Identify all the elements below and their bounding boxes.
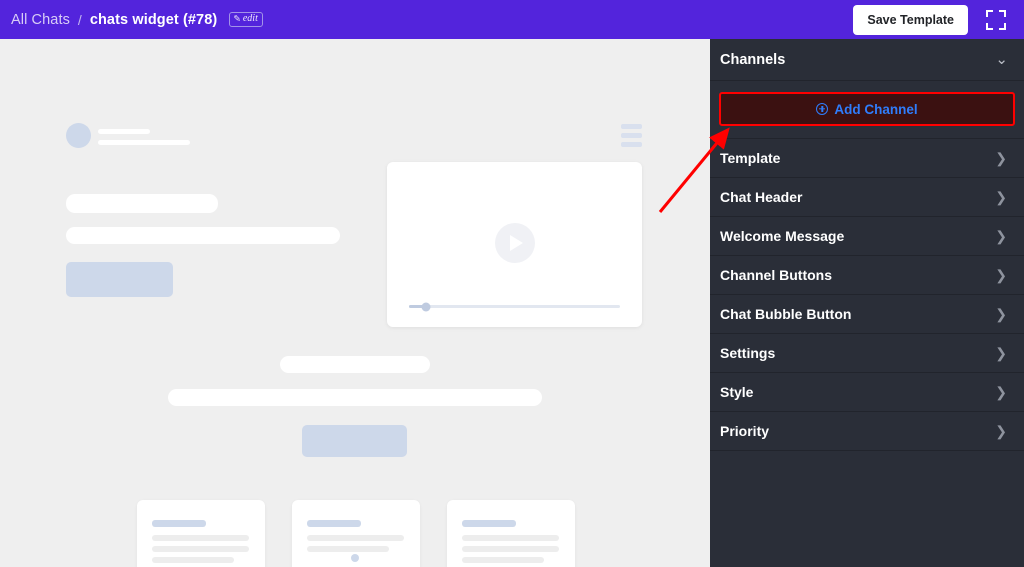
sidebar-item-settings[interactable]: Settings ❯ [710,334,1024,373]
sidebar-item-label: Template [720,150,781,166]
skeleton-avatar [66,123,91,148]
skeleton-block-1 [66,262,173,297]
carousel-dot[interactable] [336,554,344,562]
chevron-right-icon: ❯ [995,384,1007,400]
chevron-right-icon: ❯ [995,345,1007,361]
chevron-right-icon: ❯ [995,423,1007,439]
channels-panel-header[interactable]: Channels ⌄ [710,39,1024,81]
sidebar-item-channel-buttons[interactable]: Channel Buttons ❯ [710,256,1024,295]
pencil-icon: ✎ [233,13,241,23]
carousel-dot[interactable] [366,554,374,562]
sidebar-item-label: Chat Bubble Button [720,306,852,322]
skeleton-bar-3 [280,356,430,373]
add-channel-container: Add Channel [710,81,1024,139]
add-channel-label: Add Channel [834,101,918,117]
skeleton-bar-4 [168,389,542,406]
chevron-right-icon: ❯ [995,267,1007,283]
sidebar-item-style[interactable]: Style ❯ [710,373,1024,412]
breadcrumb-current: chats widget (#78) [89,11,218,28]
sidebar-item-welcome-message[interactable]: Welcome Message ❯ [710,217,1024,256]
chevron-down-icon[interactable]: ⌄ [995,52,1008,67]
app-root: All Chats / chats widget (#78) ✎ edit Sa… [0,0,1024,567]
sidebar-item-label: Style [720,384,754,400]
breadcrumb: All Chats / chats widget (#78) ✎ edit [11,12,263,28]
breadcrumb-all-chats[interactable]: All Chats [11,12,70,28]
skeleton-bar-2 [66,227,340,244]
hamburger-menu-icon[interactable] [621,124,642,147]
add-channel-button[interactable]: Add Channel [719,92,1015,126]
fullscreen-icon[interactable] [986,9,1006,30]
chevron-right-icon: ❯ [995,189,1007,205]
carousel-dots [0,554,710,562]
sidebar-item-label: Settings [720,345,776,361]
sidebar-item-label: Chat Header [720,189,803,205]
sidebar-item-label: Welcome Message [720,228,845,244]
skeleton-line-subtitle [98,140,190,145]
play-icon[interactable] [494,222,535,263]
widget-preview-canvas [0,39,710,567]
settings-sidebar: Channels ⌄ Add Channel Template ❯ Chat H… [710,39,1024,567]
video-progress-slider[interactable] [409,302,620,311]
plus-circle-icon [816,103,829,115]
sidebar-item-label: Channel Buttons [720,267,832,283]
top-bar-actions: Save Template [853,4,1010,35]
channels-panel-title: Channels [720,51,786,68]
skeleton-line-name [98,129,150,134]
top-bar: All Chats / chats widget (#78) ✎ edit Sa… [0,0,1024,39]
edit-badge-label: edit [242,13,258,24]
skeleton-bar-1 [66,194,218,213]
sidebar-item-label: Priority [720,423,770,439]
save-template-button[interactable]: Save Template [853,4,968,35]
chevron-right-icon: ❯ [995,150,1007,166]
sidebar-item-template[interactable]: Template ❯ [710,139,1024,178]
chevron-right-icon: ❯ [995,228,1007,244]
video-player-card[interactable] [387,162,642,327]
breadcrumb-separator: / [77,11,82,28]
sidebar-item-chat-header[interactable]: Chat Header ❯ [710,178,1024,217]
sidebar-item-priority[interactable]: Priority ❯ [710,412,1024,451]
chevron-right-icon: ❯ [995,306,1007,322]
edit-badge[interactable]: ✎ edit [229,12,263,27]
carousel-dot-active[interactable] [351,554,359,562]
sidebar-item-chat-bubble-button[interactable]: Chat Bubble Button ❯ [710,295,1024,334]
video-progress-knob[interactable] [421,302,431,311]
skeleton-block-2 [302,425,407,457]
